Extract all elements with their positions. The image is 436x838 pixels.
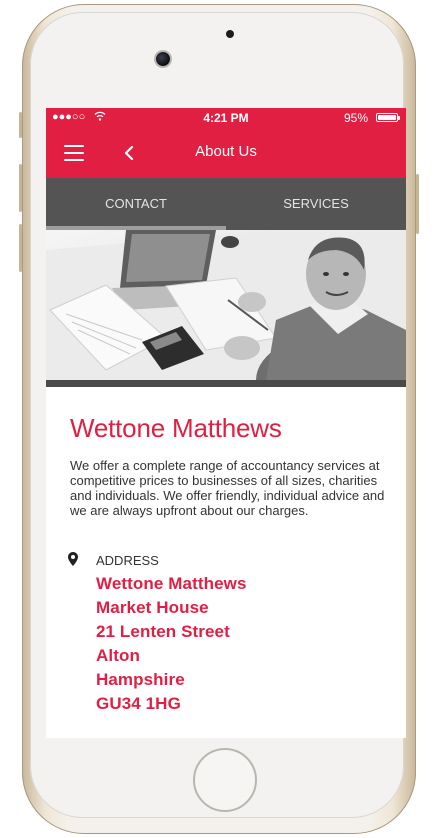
map-pin-icon [68, 552, 78, 566]
volume-down-button [19, 224, 22, 272]
address-lines: Wettone Matthews Market House 21 Lenten … [96, 572, 247, 716]
app-bar: About Us [46, 128, 406, 178]
accountant-photo [46, 230, 406, 380]
hero-divider [46, 380, 406, 387]
front-camera [156, 52, 170, 66]
page-title: About Us [195, 143, 257, 160]
tab-contact[interactable]: CONTACT [46, 178, 226, 230]
tab-bar: CONTACT SERVICES [46, 178, 406, 230]
about-content: Wettone Matthews We offer a complete ran… [46, 387, 406, 738]
battery-icon [376, 113, 400, 122]
address-line[interactable]: Market House [96, 596, 247, 620]
battery-percent: 95% [343, 111, 368, 125]
mute-switch [19, 112, 22, 138]
home-button[interactable] [193, 748, 257, 812]
volume-up-button [19, 164, 22, 212]
tab-services[interactable]: SERVICES [226, 178, 406, 230]
company-description: We offer a complete range of accountancy… [70, 458, 385, 518]
earpiece [226, 30, 234, 38]
status-bar: ●●●○○ 4:21 PM 95% [46, 108, 406, 128]
address-line[interactable]: Wettone Matthews [96, 572, 247, 596]
address-line[interactable]: GU34 1HG [96, 692, 247, 716]
address-line[interactable]: 21 Lenten Street [96, 620, 247, 644]
address-line[interactable]: Hampshire [96, 668, 247, 692]
power-button [416, 174, 419, 234]
address-label: ADDRESS [96, 553, 159, 568]
company-name: Wettone Matthews [70, 413, 282, 443]
app-screen: ●●●○○ 4:21 PM 95% About Us CONTACT SERVI… [46, 108, 406, 738]
address-line[interactable]: Alton [96, 644, 247, 668]
hero-image [46, 230, 406, 380]
